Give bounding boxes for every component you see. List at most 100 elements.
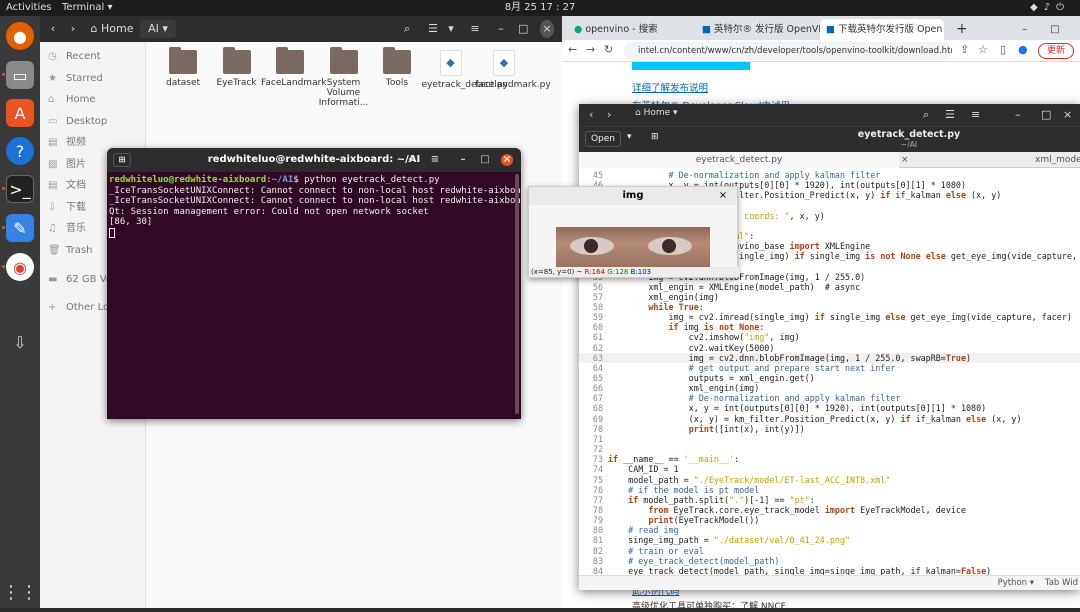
minimize-icon[interactable]: – xyxy=(496,20,506,38)
tab-eyetrack-detect[interactable]: eyetrack_detect.py xyxy=(579,152,899,168)
tab-xml-model[interactable]: xml_model xyxy=(1035,152,1080,168)
tab-close-icon[interactable]: × xyxy=(901,152,909,168)
code-line[interactable]: 75 model_path = "./EyeTrack/model/ET-las… xyxy=(579,475,1080,485)
close-icon[interactable]: × xyxy=(540,20,554,38)
code-line[interactable]: 67 # De-normalization and apply kalman f… xyxy=(579,393,1080,403)
code-line[interactable]: 78 from EyeTrack.core.eye_track_model im… xyxy=(579,505,1080,515)
breadcrumb-home[interactable]: ⌂ Home xyxy=(90,20,134,38)
maximize-icon[interactable]: □ xyxy=(518,20,528,38)
close-icon[interactable]: × xyxy=(501,154,513,166)
code-line[interactable]: 77 if model_path.split(".")[-1] == "pt": xyxy=(579,495,1080,505)
bookmark-icon[interactable]: ☆ xyxy=(978,43,988,56)
tab-intel-download[interactable]: ■ 下载英特尔发行版 Open xyxy=(820,19,944,40)
close-icon[interactable]: × xyxy=(717,187,729,205)
system-tray[interactable]: ◆♪⏻ xyxy=(1030,0,1070,16)
activities-button[interactable]: Activities xyxy=(6,0,52,16)
sidebar-item[interactable]: ▭ Desktop xyxy=(48,113,107,131)
code-line[interactable]: 56 xml_engin = XMLEngine(model_path) # a… xyxy=(579,282,1080,292)
app-menu[interactable]: Terminal ▾ xyxy=(62,0,112,16)
code-line[interactable]: 83 # eye_track_detect(model_path) xyxy=(579,556,1080,566)
code-line[interactable]: 68 x, y = int(outputs[0][0] * 1920), int… xyxy=(579,403,1080,413)
share-icon[interactable]: ⇪ xyxy=(960,43,969,56)
forward-icon[interactable]: → xyxy=(586,43,595,56)
folder-item[interactable]: Tools xyxy=(368,47,426,88)
terminal-output[interactable]: redwhiteluo@redwhite-aixboard:~/AI$ pyth… xyxy=(107,172,521,242)
search-icon[interactable]: ⌕ xyxy=(923,108,929,122)
close-icon[interactable]: × xyxy=(1063,108,1072,121)
open-button[interactable]: Open xyxy=(585,131,621,147)
view-options-icon[interactable]: ▾ xyxy=(446,20,456,38)
code-line[interactable]: 81 singe_img_path = "./dataset/val/0_41_… xyxy=(579,535,1080,545)
sidebar-item[interactable]: ▧ 图片 xyxy=(48,156,86,174)
code-line[interactable]: 79 print(EyeTrackModel()) xyxy=(579,515,1080,525)
sidebar-item[interactable]: ⇩ 下载 xyxy=(48,199,86,217)
code-line[interactable]: 61 cv2.imshow("img", img) xyxy=(579,332,1080,342)
code-line[interactable]: 74 CAM_ID = 1 xyxy=(579,464,1080,474)
back-button[interactable]: ‹ xyxy=(46,20,60,38)
tab-width-selector[interactable]: Tab Wid xyxy=(1045,576,1078,591)
code-line[interactable]: 69 (x, y) = km_filter.Position_Predict(x… xyxy=(579,414,1080,424)
view-list-icon[interactable]: ☰ xyxy=(426,20,440,38)
open-dropdown-icon[interactable]: ▾ xyxy=(627,132,632,142)
clock[interactable]: 8月 25 17 : 27 xyxy=(500,0,580,16)
maximize-icon[interactable]: □ xyxy=(479,154,491,166)
scrollbar[interactable] xyxy=(515,174,519,414)
folder-item[interactable]: EyeTrack xyxy=(208,47,266,88)
code-line[interactable]: 73 if __name__ == '__main__': xyxy=(579,454,1080,464)
menu-icon[interactable]: ≡ xyxy=(468,20,482,38)
folder-item[interactable]: FaceLandmark xyxy=(261,47,327,88)
sidebar-icon[interactable]: ▯ xyxy=(1000,43,1006,56)
sidebar-item[interactable]: ♫ 音乐 xyxy=(48,220,86,238)
code-line[interactable]: 66 xml_engin(img) xyxy=(579,383,1080,393)
release-notes-link[interactable]: 详细了解发布说明 xyxy=(632,80,708,94)
home-breadcrumb[interactable]: ⌂ Home ▾ xyxy=(635,108,678,118)
code-line[interactable]: 65 outputs = xml_engin.get() xyxy=(579,373,1080,383)
help-icon[interactable]: ? xyxy=(6,137,34,165)
menu-icon[interactable]: ≡ xyxy=(971,108,980,121)
reload-icon[interactable]: ↻ xyxy=(604,43,613,56)
folder-item[interactable]: System Volume Informati... xyxy=(315,47,373,108)
update-button[interactable]: 更新 xyxy=(1037,43,1074,59)
code-line[interactable]: 45 # De-normalization and apply kalman f… xyxy=(579,170,1080,180)
tab-openvino-search[interactable]: ● openvino - 搜索 xyxy=(568,19,692,40)
usb-drive-icon[interactable]: ⇩ xyxy=(6,328,34,356)
code-line[interactable]: 64 # get output and prepare start next i… xyxy=(579,363,1080,373)
new-tab-button[interactable]: + xyxy=(950,19,966,40)
code-line[interactable]: 63 img = cv2.dnn.blobFromImage(img, 1 / … xyxy=(579,352,1080,363)
code-line[interactable]: 70 print([int(x), int(y)]) xyxy=(579,424,1080,434)
list-icon[interactable]: ☰ xyxy=(945,108,955,121)
menu-icon[interactable]: ≡ xyxy=(429,154,441,166)
code-line[interactable]: 82 # train or eval xyxy=(579,546,1080,556)
search-icon[interactable]: ⌕ xyxy=(405,154,417,166)
firefox-icon[interactable]: ● xyxy=(6,22,34,50)
language-selector[interactable]: Python ▾ xyxy=(998,576,1034,591)
url-field[interactable]: intel.cn/content/www/cn/zh/developer/too… xyxy=(624,42,952,60)
file-item[interactable]: ◆ facelandmark.py xyxy=(475,50,551,90)
profile-icon[interactable]: ● xyxy=(1018,43,1028,56)
show-apps-icon[interactable]: ⋮⋮ xyxy=(2,578,38,606)
sidebar-item[interactable]: ◷ Recent xyxy=(48,48,101,66)
terminal-icon[interactable]: >_ xyxy=(6,175,34,203)
tab-intel-release[interactable]: ■ 英特尔® 发行版 OpenVI xyxy=(696,19,820,40)
files-icon[interactable]: ▭ xyxy=(6,61,34,89)
chrome-icon[interactable]: ◉ xyxy=(6,253,34,281)
minimize-icon[interactable]: – xyxy=(1015,108,1021,121)
code-line[interactable]: 76 # if the model is pt model xyxy=(579,485,1080,495)
back-icon[interactable]: ← xyxy=(568,43,577,56)
sidebar-item[interactable]: ▤ 视频 xyxy=(48,134,86,152)
sidebar-item[interactable]: ⌂ Home xyxy=(48,91,96,109)
code-line[interactable]: 80 # read img xyxy=(579,525,1080,535)
software-center-icon[interactable]: A xyxy=(6,99,34,127)
new-tab-icon[interactable]: ⊞ xyxy=(651,132,659,142)
forward-button[interactable]: › xyxy=(607,108,611,121)
forward-button[interactable]: › xyxy=(66,20,80,38)
sidebar-item[interactable]: 🗑 Trash xyxy=(48,242,92,260)
code-line[interactable]: 57 xml_engin(img) xyxy=(579,292,1080,302)
code-line[interactable]: 59 img = cv2.imread(single_img) if singl… xyxy=(579,312,1080,322)
code-line[interactable]: 72 xyxy=(579,444,1080,454)
text-editor-icon[interactable]: ✎ xyxy=(6,214,34,242)
search-icon[interactable]: ⌕ xyxy=(400,20,414,38)
maximize-icon[interactable]: □ xyxy=(1041,108,1051,121)
back-button[interactable]: ‹ xyxy=(589,108,593,121)
code-line[interactable]: 60 if img is not None: xyxy=(579,322,1080,332)
